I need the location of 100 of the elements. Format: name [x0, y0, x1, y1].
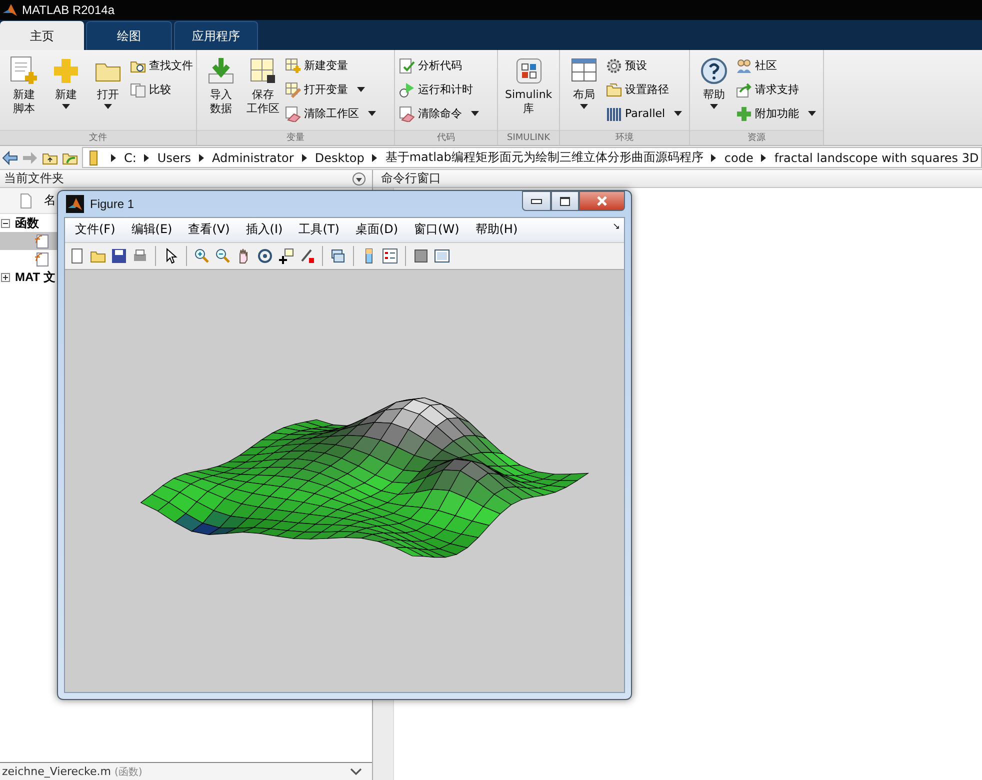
section-label: SIMULINK [498, 130, 559, 145]
column-title[interactable]: 名 [44, 192, 56, 209]
ribbon-button[interactable]: 附加功能 [736, 103, 820, 124]
function-file-icon [34, 251, 50, 267]
forward-icon [22, 150, 38, 166]
rotate-icon [257, 248, 273, 264]
minimize-button[interactable] [522, 191, 551, 211]
matlab-logo-icon [66, 194, 84, 213]
section-label: 变量 [197, 130, 394, 145]
analyze-code-icon [399, 58, 415, 74]
dropdown-icon [352, 172, 366, 186]
ribbon-button[interactable]: 社区 [736, 55, 820, 76]
ribbon-tab[interactable]: 应用程序 [174, 21, 258, 50]
section-label: 环境 [560, 130, 689, 145]
menu-item[interactable]: 插入(I) [238, 221, 291, 238]
path-segment[interactable]: 基于matlab编程矩形面元为绘制三维立体分形曲面源码程序 [385, 149, 704, 166]
new-variable-icon [285, 58, 301, 74]
data-cursor-icon [278, 248, 294, 264]
chevron-down-icon [350, 766, 362, 776]
menu-item[interactable]: 窗口(W) [406, 221, 468, 238]
ribbon-button[interactable]: Simulink 库 [502, 54, 556, 130]
ribbon-button[interactable]: 布局 [564, 54, 604, 130]
show-tools-icon [434, 248, 450, 264]
ribbon-button[interactable]: 导入 数据 [201, 54, 241, 130]
panel-title: 命令行窗口 [381, 170, 441, 187]
menu-item[interactable]: 帮助(H) [467, 221, 526, 238]
menu-item[interactable]: 桌面(D) [347, 221, 406, 238]
function-file-icon [34, 233, 50, 249]
close-button[interactable] [579, 191, 625, 211]
eraser-icon [399, 106, 415, 122]
people-icon [736, 58, 752, 74]
tree-item-label: 函数 [15, 214, 39, 232]
ribbon-button[interactable]: 清除命令 [399, 103, 483, 124]
tree-item[interactable]: MAT 文 [0, 268, 56, 286]
legend-icon [382, 248, 398, 264]
parallel-icon [606, 106, 622, 122]
help-icon [699, 56, 729, 86]
ribbon-button[interactable]: Parallel [606, 103, 686, 124]
ribbon-button[interactable]: 帮助 [694, 54, 734, 130]
ribbon-button[interactable]: 设置路径 [606, 79, 686, 100]
menu-item[interactable]: 工具(T) [290, 221, 348, 238]
path-field[interactable]: C: Users Administrator Desktop 基于matlab编程矩形面元为绘制三维立体分形曲面源码程序 code fractal landscope with squares 3D [82, 147, 982, 168]
section-label: 代码 [395, 130, 497, 145]
separator-icon [144, 154, 150, 162]
menu-item[interactable]: 编辑(E) [123, 221, 180, 238]
collapse-icon[interactable] [1, 218, 10, 228]
separator-icon [372, 154, 378, 162]
ribbon-button[interactable]: 清除工作区 [285, 103, 380, 124]
ribbon-button[interactable]: 预设 [606, 55, 686, 76]
separator-icon [711, 154, 716, 162]
section-label: 资源 [690, 130, 823, 145]
path-segment[interactable]: Administrator [212, 150, 294, 164]
simulink-library-icon [514, 56, 544, 86]
file-icon [18, 192, 34, 208]
path-segment[interactable]: fractal landscope with squares 3D [774, 150, 979, 164]
support-request-icon [736, 82, 752, 98]
menu-caret[interactable]: ↘ [612, 222, 620, 232]
plus-icon [51, 56, 81, 86]
zoom-in-icon [194, 248, 210, 264]
back-icon [2, 150, 18, 166]
ribbon-button[interactable]: 查找文件 [130, 55, 197, 76]
ribbon-button[interactable]: 请求支持 [736, 79, 820, 100]
ribbon-button[interactable]: 新建 [46, 54, 86, 130]
window-title: MATLAB R2014a [22, 3, 114, 17]
zoom-out-icon [215, 248, 231, 264]
close-icon [596, 196, 608, 206]
separator-icon [761, 154, 766, 162]
ribbon-button[interactable]: 新建 脚本 [4, 54, 44, 130]
path-segment[interactable]: Desktop [314, 150, 364, 164]
ribbon-button[interactable]: 保存 工作区 [243, 54, 283, 130]
hide-tools-icon [413, 248, 429, 264]
path-segment[interactable]: code [724, 150, 754, 164]
path-segment[interactable]: Users [157, 150, 192, 164]
folder-icon [606, 82, 622, 98]
menu-item[interactable]: 查看(V) [180, 221, 238, 238]
new-file-icon [69, 248, 85, 264]
expand-icon[interactable] [1, 272, 10, 282]
ribbon-button[interactable]: 分析代码 [399, 55, 483, 76]
compare-icon [130, 82, 146, 98]
ribbon-button[interactable]: 新建变量 [285, 55, 380, 76]
ribbon-button[interactable]: 比较 [130, 79, 197, 100]
path-segment[interactable]: C: [124, 150, 136, 164]
details-text: zeichne_Vierecke.m (函数) [2, 764, 142, 778]
import-icon [206, 56, 236, 86]
open-variable-icon [285, 82, 301, 98]
ribbon-button[interactable]: 运行和计时 [399, 79, 483, 100]
run-timer-icon [399, 82, 415, 98]
section-label: 文件 [0, 130, 196, 145]
separator-icon [302, 154, 307, 162]
ribbon-button[interactable]: 打开变量 [285, 79, 380, 100]
maximize-button[interactable] [551, 191, 579, 211]
separator-icon [199, 154, 204, 162]
ribbon-button[interactable]: 打开 [88, 54, 128, 130]
separator-icon [111, 154, 116, 162]
tree-item[interactable]: 函数 [0, 214, 39, 232]
ribbon-tab[interactable]: 主页 [0, 21, 84, 50]
window-title: Figure 1 [90, 196, 136, 211]
ribbon-tab[interactable]: 绘图 [86, 21, 172, 50]
brush-icon [299, 248, 315, 264]
menu-item[interactable]: 文件(F) [67, 221, 124, 238]
